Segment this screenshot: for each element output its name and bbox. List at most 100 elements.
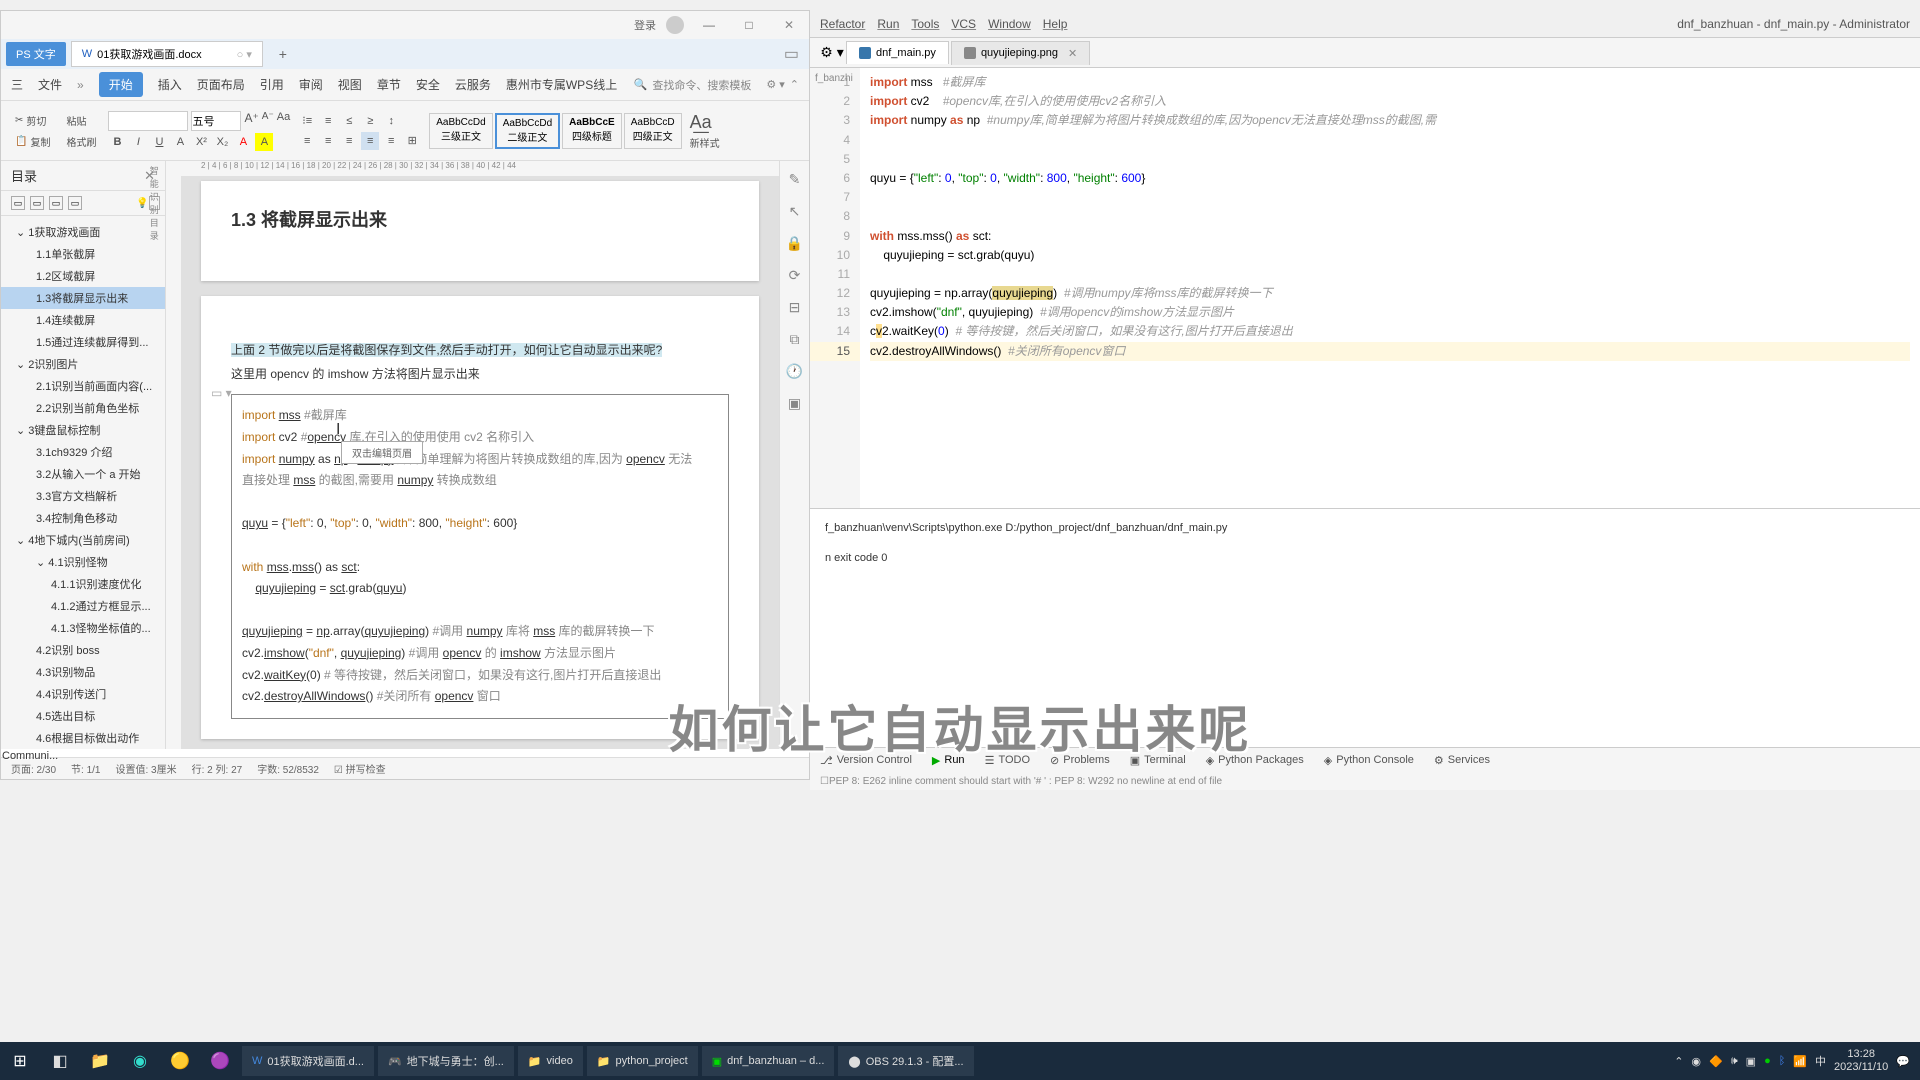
menu-security[interactable]: 安全 [416, 76, 440, 93]
toc-item[interactable]: 1.1单张截屏 [1, 243, 165, 265]
font-color-button[interactable]: A [234, 133, 252, 151]
toc-item[interactable]: 1.2区域截屏 [1, 265, 165, 287]
tray-qq-icon[interactable]: 🔶 [1709, 1055, 1723, 1068]
app-icon[interactable]: 🟣 [200, 1042, 240, 1080]
status-spell[interactable]: ☑ 拼写检查 [334, 761, 386, 776]
menu-help[interactable]: Help [1043, 17, 1068, 31]
start-button[interactable]: ⊞ [0, 1042, 40, 1080]
login-text[interactable]: 登录 [634, 17, 656, 33]
font-increase-icon[interactable]: A⁺ [244, 111, 258, 131]
toc-item[interactable]: 4.1.1识别速度优化 [1, 573, 165, 595]
tray-up-icon[interactable]: ⌃ [1674, 1055, 1683, 1068]
avatar-icon[interactable] [666, 16, 684, 34]
menu-three[interactable]: 三 [11, 76, 23, 93]
toc-item[interactable]: 2.2识别当前角色坐标 [1, 397, 165, 419]
style-box-3[interactable]: AaBbCcE四级标题 [562, 113, 622, 149]
new-style-group[interactable]: A͟a 新样式 [690, 112, 720, 150]
tray-wifi-icon[interactable]: 📶 [1793, 1055, 1807, 1068]
search-placeholder[interactable]: 查找命令、搜索模板 [652, 77, 751, 93]
minimize-button[interactable]: — [694, 15, 724, 35]
breadcrumb[interactable]: f_banzhi [815, 73, 853, 84]
list-icon[interactable]: ⊟ [789, 299, 801, 316]
status-pos[interactable]: 设置值: 3厘米 [116, 761, 177, 776]
task-obs[interactable]: ⬤OBS 29.1.3 - 配置... [838, 1046, 973, 1076]
toc-item[interactable]: ⌄ 4地下城内(当前房间) [1, 529, 165, 551]
toc-item[interactable]: 3.1ch9329 介绍 [1, 441, 165, 463]
doc-page-2[interactable]: 上面 2 节做完以后是将截图保存到文件,然后手动打开，如何让它自动显示出来呢? … [201, 296, 759, 739]
sub-button[interactable]: X₂ [213, 133, 231, 151]
lock-icon[interactable]: 🔒 [786, 235, 803, 252]
toc-tool-3[interactable]: ▭ [49, 196, 63, 210]
run-config-icon[interactable]: ⚙ ▾ [820, 41, 844, 65]
status-chars[interactable]: 字数: 52/8532 [257, 761, 319, 776]
indent-inc-icon[interactable]: ≥ [361, 112, 379, 130]
toc-item[interactable]: 3.3官方文档解析 [1, 485, 165, 507]
menu-collapse-icon[interactable]: ⌃ [790, 78, 799, 91]
border-icon[interactable]: ⊞ [403, 132, 421, 150]
menu-file[interactable]: 文件 [38, 76, 62, 93]
toc-item[interactable]: 4.6根据目标做出动作 [1, 727, 165, 749]
toc-tool-2[interactable]: ▭ [30, 196, 44, 210]
toc-tree[interactable]: ⌄ 1获取游戏画面1.1单张截屏1.2区域截屏1.3将截屏显示出来1.4连续截屏… [1, 216, 165, 749]
menu-vcs[interactable]: VCS [951, 17, 976, 31]
ruler-vertical[interactable] [166, 161, 181, 749]
indent-dec-icon[interactable]: ≤ [340, 112, 358, 130]
explorer-icon[interactable]: 📁 [80, 1042, 120, 1080]
toc-item[interactable]: 1.3将截屏显示出来 [1, 287, 165, 309]
menu-layout[interactable]: 页面布局 [197, 76, 245, 93]
toc-item[interactable]: 4.4识别传送门 [1, 683, 165, 705]
doc-page-1-bottom[interactable]: 1.3 将截屏显示出来 [201, 181, 759, 281]
menu-chapter[interactable]: 章节 [377, 76, 401, 93]
tabs-menu-icon[interactable]: ▭ [784, 44, 799, 64]
pep-checkbox[interactable]: ☐ [820, 776, 829, 787]
style-box-4[interactable]: AaBbCcD四级正文 [624, 113, 682, 149]
search-icon[interactable]: 🔍 [634, 78, 648, 91]
toc-item[interactable]: 1.4连续截屏 [1, 309, 165, 331]
sync-icon[interactable]: ⟳ [789, 267, 801, 284]
bullets-icon[interactable]: ⁝≡ [298, 112, 316, 130]
menu-huizhou[interactable]: 惠州市专属WPS线上 [506, 76, 617, 93]
toc-item[interactable]: ⌄ 1获取游戏画面 [1, 221, 165, 243]
toc-item[interactable]: ⌄ 3键盘鼠标控制 [1, 419, 165, 441]
align-left-icon[interactable]: ≡ [298, 132, 316, 150]
menu-view[interactable]: 视图 [338, 76, 362, 93]
page-footer-tooltip[interactable]: 双击编辑页眉 [341, 441, 423, 464]
style-box-1[interactable]: AaBbCcDd三级正文 [429, 113, 492, 149]
status-line[interactable]: 行: 2 列: 27 [192, 761, 243, 776]
copy-button[interactable]: 📋复制 [11, 132, 54, 151]
task-python-project[interactable]: 📁python_project [587, 1046, 698, 1076]
menu-window[interactable]: Window [988, 17, 1031, 31]
doc-scroll[interactable]: 2 | 4 | 6 | 8 | 10 | 12 | 14 | 16 | 18 |… [181, 161, 779, 749]
task-video[interactable]: 📁video [518, 1046, 583, 1076]
cut-button[interactable]: ✂剪切 [11, 111, 54, 130]
edge-icon[interactable]: ◉ [120, 1042, 160, 1080]
menu-run[interactable]: Run [877, 17, 899, 31]
toc-item[interactable]: 4.1.3怪物坐标值的... [1, 617, 165, 639]
font-decrease-icon[interactable]: A⁻ [262, 111, 274, 131]
pencil-icon[interactable]: ✎ [789, 171, 801, 188]
chain-icon[interactable]: ⧉ [790, 331, 800, 348]
tab-dnf-main[interactable]: dnf_main.py [846, 41, 949, 64]
toc-item[interactable]: 3.2从输入一个 a 开始 [1, 463, 165, 485]
close-button[interactable]: ✕ [774, 15, 804, 35]
menu-review[interactable]: 审阅 [299, 76, 323, 93]
format-painter-button[interactable]: 格式刷 [62, 132, 100, 151]
font-size-select[interactable] [191, 111, 241, 131]
cursor-icon[interactable]: ↖ [789, 203, 801, 220]
task-pycharm[interactable]: ▣dnf_banzhuan – d... [702, 1046, 835, 1076]
paste-button[interactable]: 粘贴 [62, 111, 100, 130]
menu-cloud[interactable]: 云服务 [455, 76, 491, 93]
ruler-horizontal[interactable]: 2 | 4 | 6 | 8 | 10 | 12 | 14 | 16 | 18 |… [181, 161, 779, 176]
underline-button[interactable]: U [150, 133, 168, 151]
linespace-icon[interactable]: ↕ [382, 112, 400, 130]
tray-volume-icon[interactable]: 🕪 [1731, 1055, 1738, 1068]
menu-tools[interactable]: Tools [911, 17, 939, 31]
tray-bluetooth-icon[interactable]: ᛒ [1779, 1055, 1786, 1067]
tray-lang-icon[interactable]: 中 [1815, 1053, 1826, 1069]
align-dist-icon[interactable]: ≡ [382, 132, 400, 150]
settings-icon[interactable]: ⚙ ▾ [766, 78, 784, 91]
box-icon[interactable]: ▣ [788, 395, 801, 412]
doc-heading[interactable]: 1.3 将截屏显示出来 [231, 206, 729, 232]
toc-item[interactable]: 2.1识别当前画面内容(... [1, 375, 165, 397]
page-margin-icon[interactable]: ▭ ▾ [211, 386, 232, 400]
